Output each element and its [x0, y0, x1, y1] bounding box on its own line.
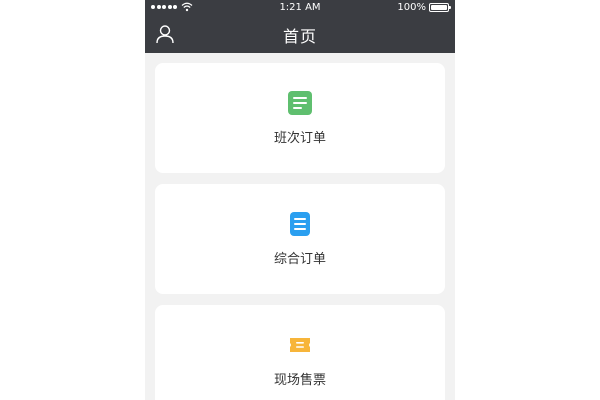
nav-bar: 首页: [145, 16, 455, 53]
card-list: 班次订单 综合订单 现场售票: [145, 53, 455, 400]
battery-percent: 100%: [397, 2, 426, 13]
shift-order-card[interactable]: 班次订单: [155, 63, 445, 173]
card-label: 班次订单: [273, 130, 326, 146]
card-label: 综合订单: [273, 251, 326, 267]
user-icon[interactable]: [155, 24, 175, 44]
battery-icon: [429, 3, 451, 12]
onsite-ticket-card[interactable]: 现场售票: [155, 305, 445, 400]
phone-screen: 1:21 AM 100% 首页 班次订单 综合订单 现场售票: [145, 0, 455, 400]
card-label: 现场售票: [273, 372, 326, 388]
status-right: 100%: [397, 2, 451, 13]
document-icon: [288, 90, 312, 115]
page-title: 首页: [282, 26, 317, 46]
status-bar: 1:21 AM 100%: [145, 0, 455, 16]
list-icon: [290, 211, 310, 236]
general-order-card[interactable]: 综合订单: [155, 184, 445, 294]
ticket-icon: [290, 337, 310, 352]
